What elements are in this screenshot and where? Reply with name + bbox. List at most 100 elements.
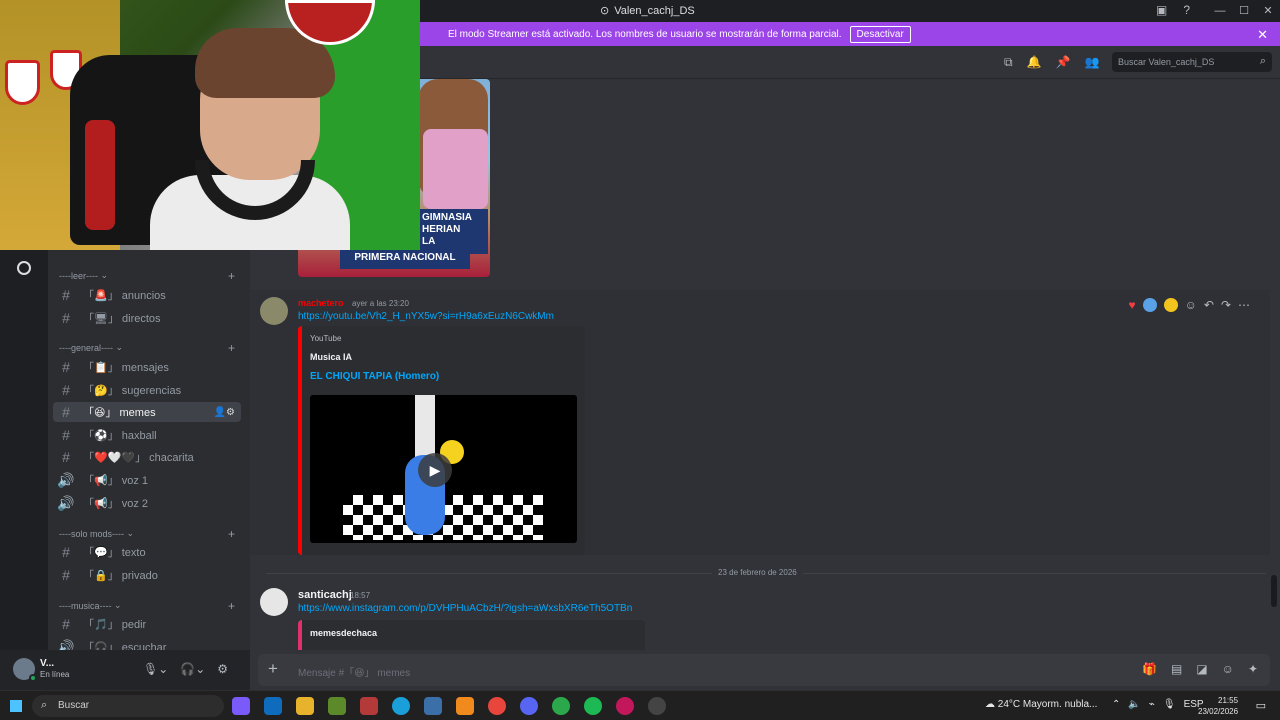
more-icon[interactable]: ⋯ [1238, 298, 1250, 312]
emoji-icon[interactable]: ☺ [1222, 662, 1234, 676]
outlook-icon[interactable] [264, 697, 282, 715]
file-explorer-icon[interactable] [296, 697, 314, 715]
embed-author[interactable]: Musica IA [310, 352, 352, 362]
channel-voz-2[interactable]: 🔊 「📢」 voz 2 [53, 493, 241, 513]
avatar[interactable] [260, 588, 288, 616]
channel-directos[interactable]: # 「🖥」 directos [53, 308, 241, 328]
clock-time: 21:55 [1218, 696, 1239, 705]
help-icon[interactable]: ? [1183, 3, 1190, 17]
titlebar-tools: ▣ ? [1156, 3, 1190, 17]
taskbar-search-label: Buscar [58, 700, 90, 711]
taskbar-search[interactable]: ⌕ Buscar [32, 695, 224, 717]
copilot-icon[interactable] [232, 697, 250, 715]
embed-title[interactable]: EL CHIQUI TAPIA (Homero) [310, 371, 439, 382]
reply-icon[interactable]: ↶ [1204, 298, 1214, 312]
channel-voz-1[interactable]: 🔊 「📢」 voz 1 [53, 470, 241, 490]
category-solo-mods[interactable]: ----solo mods---- ⌄ + [59, 527, 239, 541]
minecraft-icon[interactable] [328, 697, 346, 715]
channel-haxball[interactable]: # 「⚽」 haxball [53, 425, 241, 445]
maximize-icon[interactable]: ☐ [1232, 0, 1256, 22]
headphones-icon[interactable]: 🎧⌄ [180, 662, 205, 676]
channel-texto[interactable]: # 「💬」 texto [53, 542, 241, 562]
user-name[interactable]: V... [40, 658, 54, 669]
gift-icon[interactable]: 🎁 [1142, 662, 1157, 676]
image-caption-line: GIMNASIA [422, 212, 472, 223]
app-icon[interactable] [616, 697, 634, 715]
discord-icon[interactable] [520, 697, 538, 715]
window-controls: — ☐ ✕ [1208, 0, 1280, 22]
vlc-icon[interactable] [456, 697, 474, 715]
video-player[interactable]: ▶ [310, 395, 577, 543]
category-musica[interactable]: ----musica---- ⌄ + [59, 599, 239, 613]
microphone-icon[interactable]: 🎙⌄ [143, 662, 168, 676]
message-timestamp: 18:57 [350, 591, 371, 600]
obs-icon[interactable] [648, 697, 666, 715]
channel-pedir[interactable]: # 「🎵」 pedir [53, 614, 241, 634]
message-author[interactable]: machetero [298, 298, 344, 308]
windows-start-icon[interactable] [10, 700, 22, 712]
play-icon[interactable]: ▶ [418, 453, 452, 487]
category-general[interactable]: ----general---- ⌄ + [59, 341, 239, 355]
sticker-icon[interactable]: ◪ [1196, 662, 1207, 676]
pin-icon[interactable]: 📌 [1056, 55, 1071, 70]
emoji-reaction-icon[interactable] [1163, 298, 1178, 312]
close-window-icon[interactable]: ✕ [1256, 0, 1280, 22]
minimize-icon[interactable]: — [1208, 0, 1232, 22]
avatar[interactable] [260, 297, 288, 325]
server-icon[interactable] [17, 261, 31, 275]
channel-anuncios[interactable]: # 「🚨」 anuncios [53, 285, 241, 305]
message-link[interactable]: https://www.instagram.com/p/DVHPHuACbzH/… [298, 603, 632, 614]
add-channel-icon[interactable]: + [228, 527, 235, 541]
bell-icon[interactable]: 🔔 [1027, 55, 1042, 70]
inbox-icon[interactable]: ▣ [1156, 3, 1167, 17]
message-author[interactable]: santicachj [298, 589, 352, 601]
add-reaction-icon[interactable]: ☺ [1185, 298, 1197, 312]
weather-widget[interactable]: ☁ 24°C Mayorm. nubla... [985, 699, 1097, 710]
clock[interactable]: 21:55 23/02/2026 [1198, 695, 1238, 717]
add-channel-icon[interactable]: + [228, 269, 235, 283]
volume-icon[interactable]: 🔈 [1128, 699, 1140, 710]
message-link[interactable]: https://youtu.be/Vh2_H_nYX5w?si=rH9a6xEu… [298, 311, 554, 322]
scrollbar[interactable] [1271, 575, 1277, 607]
banner-close-icon[interactable]: ✕ [1257, 27, 1268, 43]
channel-settings-icon[interactable]: 👤⚙ [214, 407, 235, 418]
channel-memes[interactable]: # 「😆」 memes 👤⚙ [53, 402, 241, 422]
hash-icon: # [62, 567, 70, 583]
channel-escuchar[interactable]: 🔊 「🎧」 escuchar [53, 637, 241, 651]
channel-mensajes[interactable]: # 「📋」 mensajes [53, 357, 241, 377]
user-status: En línea [40, 670, 70, 679]
spotify-icon[interactable] [584, 697, 602, 715]
system-tray: ⌃ 🔈 ⌁ 🎙 ESP [1112, 699, 1204, 710]
members-icon[interactable]: 👥 [1084, 55, 1099, 70]
notifications-icon[interactable]: ▭ [1256, 699, 1266, 712]
emoji-reaction-icon[interactable] [1142, 298, 1157, 312]
category-leer[interactable]: ----leer---- ⌄ + [59, 269, 239, 283]
threads-icon[interactable]: ⧉ [1004, 55, 1013, 70]
channel-privado[interactable]: # 「🔒」 privado [53, 565, 241, 585]
chevron-up-icon[interactable]: ⌃ [1112, 699, 1120, 710]
add-channel-icon[interactable]: + [228, 341, 235, 355]
mic-tray-icon[interactable]: 🎙 [1163, 699, 1176, 710]
app-icon[interactable] [360, 697, 378, 715]
apps-icon[interactable]: ✦ [1248, 662, 1258, 676]
attach-plus-icon[interactable]: + [268, 659, 278, 679]
embed-author[interactable]: memesdechaca [310, 628, 377, 638]
forward-icon[interactable]: ↷ [1221, 298, 1231, 312]
channel-label: 「📋」 mensajes [83, 362, 169, 374]
message-input[interactable]: + Mensaje #「😆」 memes 🎁 ▤ ◪ ☺ ✦ [258, 654, 1270, 686]
embed-provider[interactable]: YouTube [310, 334, 341, 343]
search-input[interactable]: Buscar Valen_cachj_DS ⌕ [1112, 52, 1272, 72]
channel-sugerencias[interactable]: # 「🤔」 sugerencias [53, 380, 241, 400]
deactivate-button[interactable]: Desactivar [849, 25, 911, 43]
chrome-profile-icon[interactable] [552, 697, 570, 715]
gif-icon[interactable]: ▤ [1171, 662, 1182, 676]
chrome-icon[interactable] [488, 697, 506, 715]
app-icon[interactable] [424, 697, 442, 715]
edge-icon[interactable] [392, 697, 410, 715]
settings-gear-icon[interactable]: ⚙ [217, 662, 228, 676]
channel-chacarita[interactable]: # 「❤️🤍🖤」 chacarita [53, 447, 241, 467]
heart-reaction-icon[interactable]: ♥ [1128, 298, 1135, 312]
network-icon[interactable]: ⌁ [1149, 699, 1155, 710]
add-channel-icon[interactable]: + [228, 599, 235, 613]
hash-icon: # [62, 544, 70, 560]
